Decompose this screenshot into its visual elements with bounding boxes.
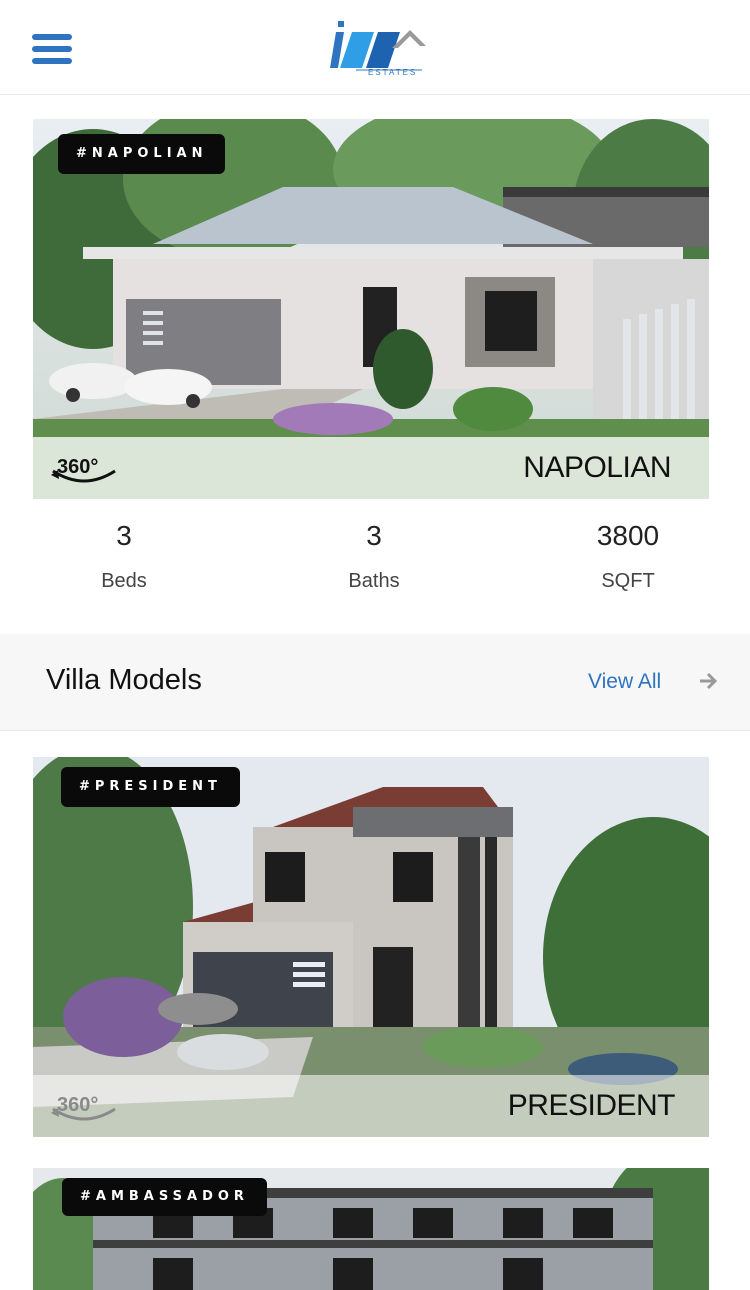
arrow-right-icon[interactable] [698, 670, 720, 692]
property-tag[interactable]: #NAPOLIAN [58, 134, 226, 174]
villa-name: PRESIDENT [507, 1089, 676, 1122]
stat-label: Beds [101, 570, 147, 592]
section-title: Villa Models [46, 664, 202, 696]
villa-tag[interactable]: #AMBASSADOR [62, 1178, 267, 1216]
stat-value: 3 [366, 520, 382, 551]
property-caption-bar: 360° NAPOLIAN [33, 437, 709, 499]
property-stats: 3 Beds 3 Baths 3800 SQFT [0, 520, 750, 630]
villa-caption-bar: 360° PRESIDENT [33, 1075, 709, 1137]
villa-models-section-header: Villa Models View All [0, 634, 750, 731]
stat-value: 3 [116, 520, 132, 551]
svg-text:360°: 360° [57, 1094, 98, 1116]
property-name: NAPOLIAN [523, 451, 671, 484]
svg-text:ESTATES: ESTATES [368, 68, 417, 76]
app-header: ESTATES [0, 0, 750, 95]
360-view-icon[interactable]: 360° [49, 449, 119, 489]
featured-property-card[interactable]: #NAPOLIAN 360° NAPOLIAN [33, 119, 709, 499]
villa-card-ambassador[interactable]: #AMBASSADOR [33, 1168, 709, 1290]
stat-label: SQFT [601, 570, 655, 592]
360-view-icon[interactable]: 360° [49, 1087, 119, 1127]
stat-beds: 3 Beds [44, 520, 204, 593]
view-all-link[interactable]: View All [588, 670, 661, 694]
hamburger-menu-icon[interactable] [32, 34, 72, 64]
stat-value: 3800 [596, 520, 660, 551]
villa-card-president[interactable]: #PRESIDENT 360° PRESIDENT [33, 757, 709, 1137]
stat-baths: 3 Baths [294, 520, 454, 593]
svg-text:360°: 360° [57, 456, 98, 478]
brand-logo[interactable]: ESTATES [330, 18, 430, 77]
stat-label: Baths [348, 570, 400, 592]
villa-tag[interactable]: #PRESIDENT [61, 767, 240, 807]
stat-sqft: 3800 SQFT [548, 520, 708, 593]
